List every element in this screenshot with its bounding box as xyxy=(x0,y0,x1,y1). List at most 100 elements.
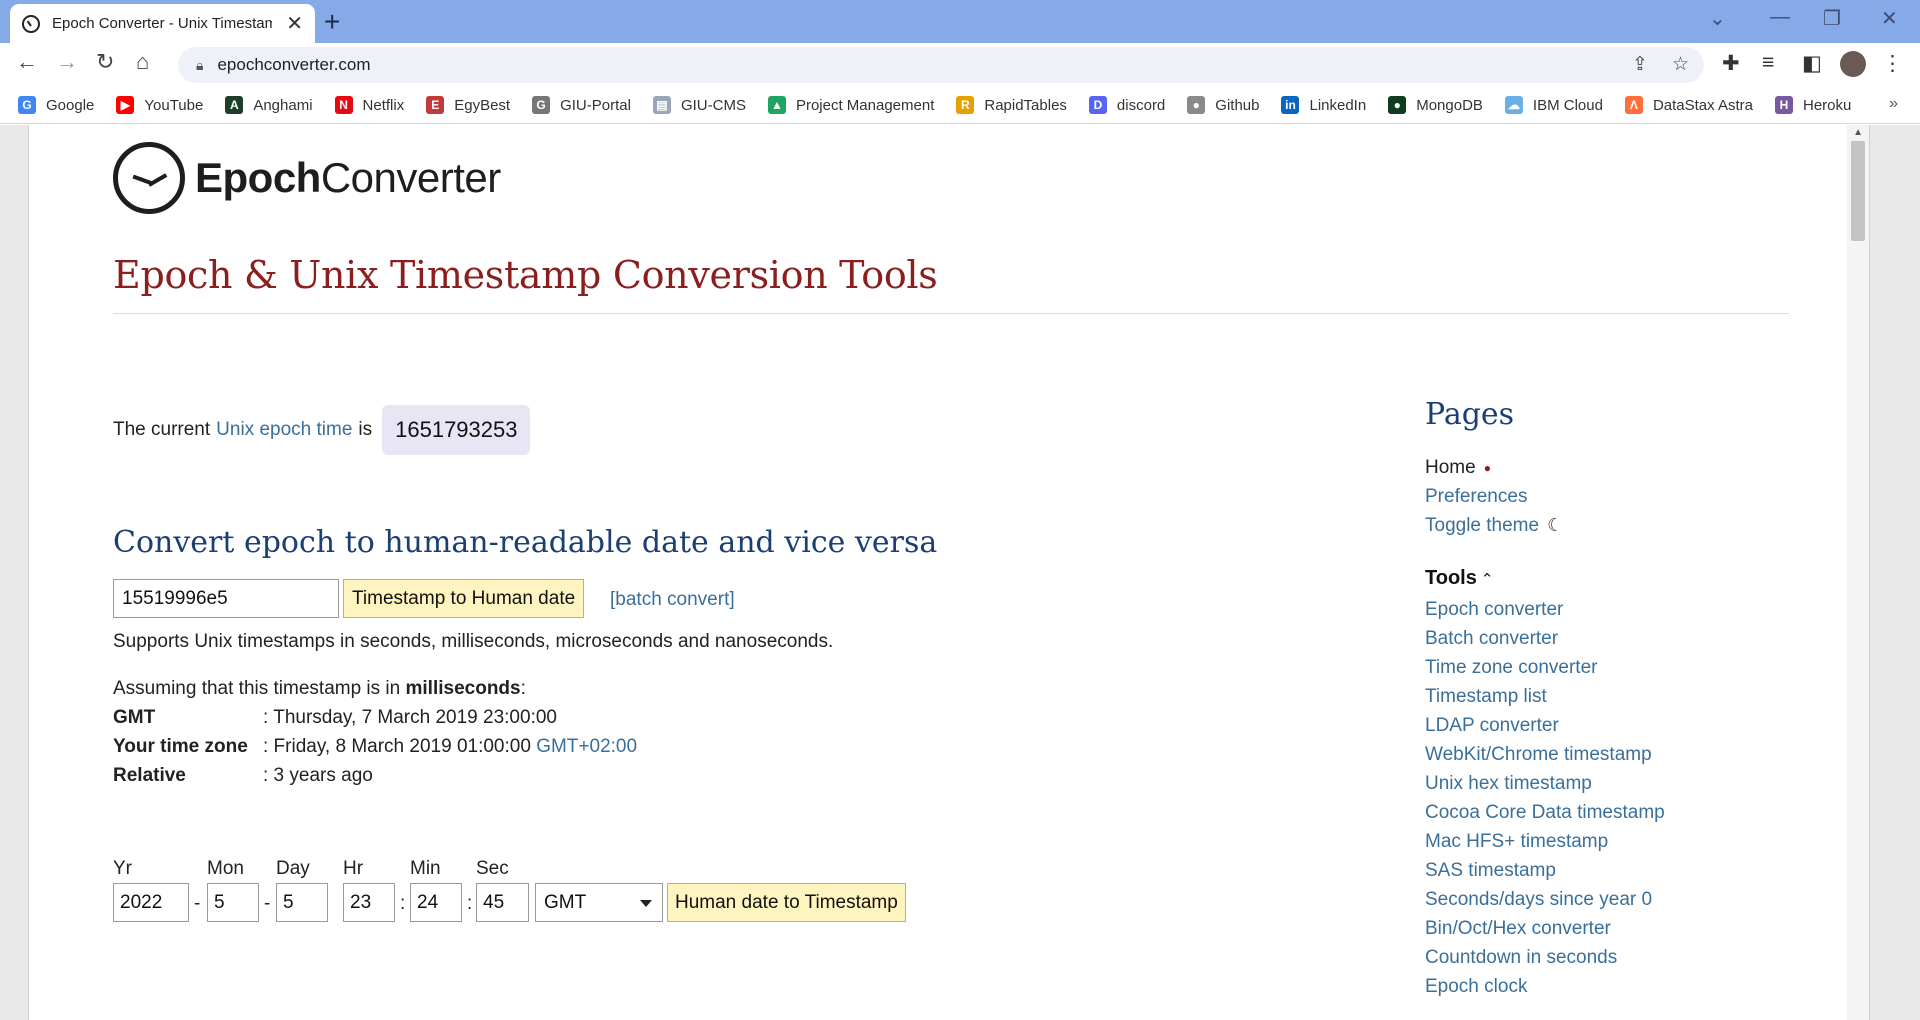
sidebar-tool-link[interactable]: LDAP converter xyxy=(1425,715,1559,737)
bookmark-item[interactable]: G GIU-Portal xyxy=(532,96,631,114)
bookmark-item[interactable]: ▶ YouTube xyxy=(116,96,203,114)
unix-epoch-link[interactable]: Unix epoch time xyxy=(216,419,352,441)
close-window-icon[interactable]: ✕ xyxy=(1881,6,1898,31)
tools-heading[interactable]: Tools ⌃ xyxy=(1425,567,1493,590)
address-bar[interactable]: 🔒︎ epochconverter.com xyxy=(178,47,1704,83)
close-tab-icon[interactable]: ✕ xyxy=(286,11,303,36)
chevron-down-icon xyxy=(640,900,652,907)
result-row-gmt: GMT : Thursday, 7 March 2019 23:00:00 xyxy=(113,707,557,729)
current-prefix: The current xyxy=(113,419,211,440)
minute-input[interactable] xyxy=(410,883,462,922)
clock-logo-icon xyxy=(113,142,185,214)
bookmark-item[interactable]: R RapidTables xyxy=(956,96,1067,114)
sidebar-tool-link[interactable]: SAS timestamp xyxy=(1425,860,1556,882)
timestamp-to-human-button[interactable]: Timestamp to Human date xyxy=(343,579,585,618)
bookmark-label: discord xyxy=(1116,96,1166,114)
media-controls-icon[interactable]: ≡ xyxy=(1762,51,1774,75)
day-label: Day xyxy=(276,858,310,879)
sidebar-tool-link[interactable]: Mac HFS+ timestamp xyxy=(1425,831,1608,853)
browser-tab-active[interactable]: Epoch Converter - Unix Timestamp ✕ xyxy=(10,4,315,43)
bookmark-star-icon[interactable]: ☆ xyxy=(1672,53,1689,76)
sidebar-tool-link[interactable]: Countdown in seconds xyxy=(1425,947,1617,969)
bookmark-label: IBM Cloud xyxy=(1532,96,1603,114)
day-input[interactable] xyxy=(276,883,328,922)
moon-icon: ☾ xyxy=(1547,515,1564,535)
bookmark-label: Anghami xyxy=(253,96,313,114)
tab-search-icon[interactable]: ⌄ xyxy=(1709,6,1726,31)
timezone-selected: GMT xyxy=(544,891,587,913)
bookmark-item[interactable]: H Heroku xyxy=(1775,96,1851,114)
extensions-icon[interactable]: ✚ xyxy=(1722,51,1740,76)
timezone-select[interactable]: GMT xyxy=(535,883,663,922)
human-to-timestamp-button[interactable]: Human date to Timestamp xyxy=(667,883,906,922)
lock-icon[interactable]: 🔒︎ xyxy=(196,57,203,74)
minimize-icon[interactable]: — xyxy=(1770,6,1790,29)
sidebar-item-toggle-theme[interactable]: Toggle theme ☾ xyxy=(1425,515,1563,537)
scrollbar-thumb[interactable] xyxy=(1851,141,1865,241)
bookmark-item[interactable]: ▲ Project Management xyxy=(767,96,934,114)
youtube-icon: ▶ xyxy=(116,96,135,114)
second-input[interactable] xyxy=(476,883,529,922)
hour-input[interactable] xyxy=(343,883,395,922)
discord-icon: D xyxy=(1088,96,1107,114)
side-panel-icon[interactable]: ◧ xyxy=(1802,51,1822,76)
sidebar-tool-link[interactable]: Batch converter xyxy=(1425,628,1558,650)
restore-icon[interactable]: ❐ xyxy=(1823,6,1841,31)
sidebar-item-preferences[interactable]: Preferences xyxy=(1425,486,1527,508)
sidebar-tool-link[interactable]: Cocoa Core Data timestamp xyxy=(1425,802,1665,824)
bookmark-item[interactable]: E EgyBest xyxy=(426,96,510,114)
new-tab-icon[interactable]: + xyxy=(324,6,340,38)
year-input[interactable] xyxy=(113,883,189,922)
bookmark-label: EgyBest xyxy=(454,96,511,114)
anghami-icon: A xyxy=(225,96,244,114)
timestamp-input[interactable] xyxy=(113,579,339,618)
bookmark-item[interactable]: ▤ GIU-CMS xyxy=(652,96,746,114)
bookmark-item[interactable]: ● MongoDB xyxy=(1388,96,1483,114)
share-icon[interactable]: ⇪ xyxy=(1632,53,1648,76)
sidebar-tool-link[interactable]: Unix hex timestamp xyxy=(1425,773,1592,795)
current-epoch-line: The current Unix epoch time is 165179325… xyxy=(113,405,531,455)
sidebar-tool-link[interactable]: Timestamp list xyxy=(1425,686,1547,708)
giu-portal-icon: G xyxy=(532,96,551,114)
bookmark-item[interactable]: in LinkedIn xyxy=(1281,96,1366,114)
timezone-link[interactable]: GMT+02:00 xyxy=(536,736,637,757)
scroll-up-arrow-icon[interactable]: ▲ xyxy=(1853,127,1863,138)
sidebar-tool-link[interactable]: Time zone converter xyxy=(1425,657,1597,679)
back-icon[interactable]: ← xyxy=(16,49,38,75)
year-label: Yr xyxy=(113,858,132,879)
site-logo[interactable]: EpochConverter xyxy=(113,142,501,214)
sidebar-tool-link[interactable]: Bin/Oct/Hex converter xyxy=(1425,918,1611,940)
url-text: epochconverter.com xyxy=(217,55,371,74)
bookmark-item[interactable]: Λ DataStax Astra xyxy=(1624,96,1753,114)
menu-kebab-icon[interactable]: ⋮ xyxy=(1882,51,1903,76)
mongodb-icon: ● xyxy=(1388,96,1407,114)
sidebar-tool-link[interactable]: Seconds/days since year 0 xyxy=(1425,889,1652,911)
profile-avatar[interactable] xyxy=(1840,51,1866,77)
date-separator: - xyxy=(194,893,201,914)
google-drive-icon: ▲ xyxy=(767,96,786,114)
bookmark-item[interactable]: ● Github xyxy=(1187,96,1259,114)
sidebar-tool-link[interactable]: Epoch clock xyxy=(1425,976,1527,998)
result-value: : Friday, 8 March 2019 01:00:00 GMT+02:0… xyxy=(263,736,638,757)
netflix-icon: N xyxy=(334,96,353,114)
bookmark-item[interactable]: N Netflix xyxy=(334,96,404,114)
month-input[interactable] xyxy=(207,883,259,922)
forward-icon[interactable]: → xyxy=(56,49,78,75)
bookmark-item[interactable]: G Google xyxy=(18,96,94,114)
home-icon[interactable]: ⌂ xyxy=(136,49,149,75)
linkedin-icon: in xyxy=(1281,96,1300,114)
page-scrollbar[interactable]: ▲ xyxy=(1847,125,1869,1020)
sidebar-item-home[interactable]: Home ● xyxy=(1425,457,1491,479)
bookmarks-bar: G Google ▶ YouTube A Anghami N Netflix E EgyBest G… xyxy=(0,87,1920,124)
sidebar-tool-link[interactable]: WebKit/Chrome timestamp xyxy=(1425,744,1652,766)
bookmark-item[interactable]: ☁ IBM Cloud xyxy=(1504,96,1603,114)
bookmark-item[interactable]: Ddiscord xyxy=(1088,96,1166,114)
bookmark-label: MongoDB xyxy=(1416,96,1483,114)
bookmark-item[interactable]: A Anghami xyxy=(225,96,313,114)
sidebar-tool-link[interactable]: Epoch converter xyxy=(1425,599,1563,621)
batch-convert-link[interactable]: [batch convert] xyxy=(610,589,735,611)
reload-icon[interactable]: ↻ xyxy=(96,49,114,75)
result-value: : Thursday, 7 March 2019 23:00:00 xyxy=(263,707,557,728)
more-bookmarks-icon[interactable]: » xyxy=(1889,95,1898,113)
bookmark-label: Google xyxy=(46,96,95,114)
